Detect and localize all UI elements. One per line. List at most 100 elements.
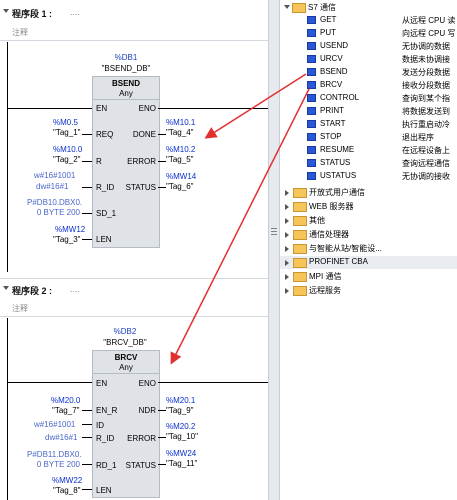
- enr-operand-tag[interactable]: "Tag_7": [52, 406, 79, 415]
- instruction-name: URCV: [320, 54, 343, 63]
- instruction-description: 执行重启动冷: [402, 120, 450, 129]
- done-operand-address[interactable]: %M10.1: [166, 118, 195, 127]
- wire: [82, 187, 92, 188]
- instruction-description: 在远程设备上: [402, 146, 450, 155]
- tree-folder-other[interactable]: 其他: [280, 214, 457, 227]
- tree-item-usend[interactable]: USEND 无协调的数据: [280, 40, 457, 53]
- collapse-segment-1-icon[interactable]: [3, 9, 9, 13]
- r-operand-address[interactable]: %M10.0: [53, 145, 82, 154]
- error-operand-address[interactable]: %M20.2: [166, 422, 195, 431]
- segment-1-comment[interactable]: 注释: [12, 27, 28, 38]
- tree-folder-web-server[interactable]: WEB 服务器: [280, 200, 457, 213]
- pane-splitter[interactable]: [268, 0, 280, 500]
- tree-item-print[interactable]: PRINT 将数据发送到: [280, 105, 457, 118]
- tree-item-status[interactable]: STATUS 查询远程通信: [280, 157, 457, 170]
- rid-constant[interactable]: dw#16#1: [45, 433, 77, 442]
- status-operand-address[interactable]: %MW24: [166, 449, 196, 458]
- status-operand-tag[interactable]: "Tag_11": [166, 459, 197, 468]
- len-operand-address[interactable]: %MW22: [52, 476, 82, 485]
- segment-1-header[interactable]: 程序段 1 : ....: [0, 0, 268, 22]
- expand-icon[interactable]: [285, 246, 289, 252]
- tree-folder-i-slave[interactable]: 与智能从站/智能设...: [280, 242, 457, 255]
- rd1-pointer[interactable]: P#DB11.DBX0. 0 BYTE 200: [27, 450, 82, 470]
- expand-icon[interactable]: [285, 232, 289, 238]
- ndr-operand-tag[interactable]: "Tag_9": [166, 406, 193, 415]
- expand-icon[interactable]: [285, 288, 289, 294]
- segment-1-title-placeholder[interactable]: ....: [70, 7, 80, 17]
- db2-name[interactable]: "BRCV_DB": [92, 338, 158, 347]
- expand-icon[interactable]: [284, 5, 290, 9]
- db2-address[interactable]: %DB2: [92, 327, 158, 336]
- expand-icon[interactable]: [285, 260, 289, 266]
- error-operand-tag[interactable]: "Tag_10": [166, 432, 198, 441]
- instruction-name: USTATUS: [320, 171, 357, 180]
- bsend-block-title: BSEND: [111, 79, 140, 88]
- pin-r-id: R_ID: [96, 183, 115, 192]
- segment-2-title-placeholder[interactable]: ....: [70, 284, 80, 294]
- len-operand-address[interactable]: %MW12: [55, 225, 85, 234]
- brcv-block-type[interactable]: Any: [93, 363, 159, 372]
- sd1-pointer[interactable]: P#DB10.DBX0. 0 BYTE 200: [27, 198, 82, 218]
- expand-icon[interactable]: [285, 274, 289, 280]
- tree-item-resume[interactable]: RESUME 在远程设备上: [280, 144, 457, 157]
- tree-folder-s7-communication[interactable]: S7 通信: [280, 1, 457, 14]
- len-operand-tag[interactable]: "Tag_3": [53, 235, 80, 244]
- expand-icon[interactable]: [285, 204, 289, 210]
- segment-2-header[interactable]: 程序段 2 : ....: [0, 279, 268, 299]
- req-operand-tag[interactable]: "Tag_1": [53, 128, 80, 137]
- instruction-icon: [307, 16, 316, 24]
- db1-name[interactable]: "BSEND_DB": [92, 64, 160, 73]
- status-operand-tag[interactable]: "Tag_6": [166, 182, 193, 191]
- id-constant[interactable]: w#16#1001: [34, 420, 75, 429]
- tree-item-control[interactable]: CONTROL 查询到某个指: [280, 92, 457, 105]
- bsend-block[interactable]: BSEND Any EN REQ R R_ID SD_1 LEN ENO DON…: [92, 76, 160, 248]
- bsend-block-type[interactable]: Any: [93, 89, 159, 98]
- brcv-block[interactable]: BRCV Any EN EN_R ID R_ID RD_1 LEN ENO ND…: [92, 350, 160, 498]
- ndr-operand-address[interactable]: %M20.1: [166, 396, 195, 405]
- tree-item-start[interactable]: START 执行重启动冷: [280, 118, 457, 131]
- segment-2-comment[interactable]: 注释: [12, 303, 28, 314]
- instruction-description: 无协调的接收: [402, 172, 450, 181]
- tree-folder-comm-processor[interactable]: 通信处理器: [280, 228, 457, 241]
- instruction-icon: [307, 68, 316, 76]
- en-wire-2: [7, 382, 92, 383]
- pin-error: ERROR: [127, 434, 156, 443]
- splitter-grip-icon[interactable]: [271, 228, 277, 235]
- pin-sd1: SD_1: [96, 209, 117, 218]
- rid-constant[interactable]: dw#16#1: [36, 182, 68, 191]
- eno-wire-2: [158, 382, 268, 383]
- tree-item-bsend[interactable]: BSEND 发送分段数据: [280, 66, 457, 79]
- db1-address[interactable]: %DB1: [92, 53, 160, 62]
- tree-item-stop[interactable]: STOP 退出程序: [280, 131, 457, 144]
- tree-item-brcv[interactable]: BRCV 接收分段数据: [280, 79, 457, 92]
- wire: [82, 489, 92, 490]
- expand-icon[interactable]: [285, 190, 289, 196]
- pin-eno: ENO: [138, 379, 156, 388]
- pin-status: STATUS: [125, 461, 156, 470]
- error-operand-tag[interactable]: "Tag_5": [166, 155, 193, 164]
- tree-item-ustatus[interactable]: USTATUS 无协调的接收: [280, 170, 457, 183]
- tree-item-urcv[interactable]: URCV 数据未协调接: [280, 53, 457, 66]
- tree-folder-open-user-comm[interactable]: 开放式用户通信: [280, 186, 457, 199]
- tree-folder-mpi[interactable]: MPI 通信: [280, 270, 457, 283]
- enr-operand-address[interactable]: %M20.0: [51, 396, 80, 405]
- expand-icon[interactable]: [285, 218, 289, 224]
- pin-r-id: R_ID: [96, 434, 115, 443]
- error-operand-address[interactable]: %M10.2: [166, 145, 195, 154]
- instruction-icon: [307, 159, 316, 167]
- tree-item-put[interactable]: PUT 向远程 CPU 写: [280, 27, 457, 40]
- instruction-name: STOP: [320, 132, 342, 141]
- instruction-description: 将数据发送到: [402, 107, 450, 116]
- done-operand-tag[interactable]: "Tag_4": [166, 128, 193, 137]
- r-operand-tag[interactable]: "Tag_2": [53, 155, 80, 164]
- len-operand-tag[interactable]: "Tag_8": [53, 486, 80, 495]
- tree-folder-remote-service[interactable]: 远程服务: [280, 284, 457, 297]
- tree-folder-label: 远程服务: [309, 286, 341, 295]
- id-constant[interactable]: w#16#1001: [34, 171, 75, 180]
- collapse-segment-2-icon[interactable]: [3, 286, 9, 290]
- status-operand-address[interactable]: %MW14: [166, 172, 196, 181]
- tree-item-get[interactable]: GET 从远程 CPU 读: [280, 14, 457, 27]
- tree-folder-profinet-cba[interactable]: PROFINET CBA: [280, 256, 457, 269]
- req-operand-address[interactable]: %M0.5: [53, 118, 78, 127]
- folder-icon: [293, 188, 307, 198]
